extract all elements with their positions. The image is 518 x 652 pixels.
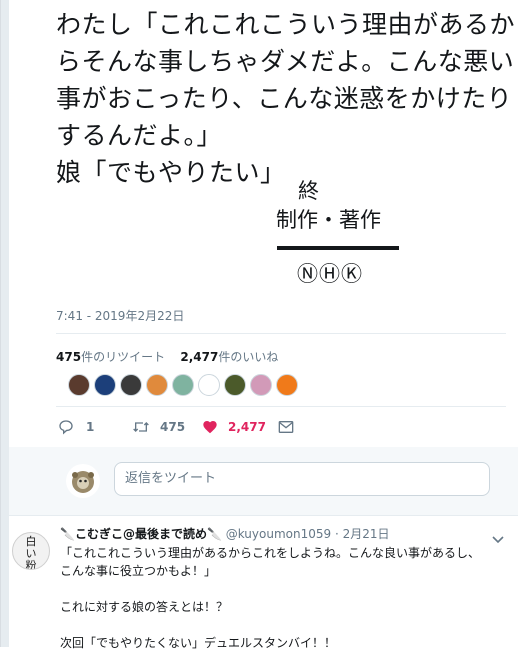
- end-credit-text: 制作・著作: [276, 208, 381, 232]
- heart-icon: [203, 421, 217, 434]
- reply-text-line: [60, 616, 510, 634]
- lion-avatar-icon: [67, 465, 99, 497]
- like-button[interactable]: 2,477: [202, 417, 266, 437]
- tweet-text-line: らそんな事しちゃダメだよ。こんな悪い: [56, 47, 515, 76]
- reply-author-handle[interactable]: @kuyoumon1059: [226, 527, 331, 541]
- divider: [56, 333, 506, 334]
- reply-text-line: これに対する娘の答えとは！？: [60, 600, 229, 614]
- liker-avatar[interactable]: [224, 374, 246, 396]
- reply-text-line: こんな事に役立つかもよ！」: [60, 564, 217, 578]
- reply-author-avatar[interactable]: 白い粉: [12, 532, 50, 570]
- reply-text-line: 次回「でもやりたくない」デュエルスタンバイ！！: [60, 636, 337, 650]
- reply-count: 1: [86, 420, 95, 434]
- end-kanji: 終: [298, 179, 319, 203]
- envelope-icon: [278, 421, 294, 433]
- chevron-down-icon: [492, 536, 504, 544]
- reply-text-line: 「これこれこういう理由があるからこれをしようね。こんな良い事があるし、: [60, 546, 481, 560]
- tweet-text-line: わたし「これこれこういう理由があるか: [56, 10, 516, 39]
- reply-text-line: [60, 580, 510, 598]
- dm-button[interactable]: [278, 417, 294, 437]
- tweet-text-line: するんだよ。」: [56, 121, 223, 150]
- liker-avatar[interactable]: [146, 374, 168, 396]
- reply-input[interactable]: 返信をツイート: [114, 462, 490, 496]
- reply-date[interactable]: · 2月21日: [335, 527, 390, 541]
- end-rule: [277, 246, 399, 250]
- current-user-avatar[interactable]: [66, 464, 100, 498]
- reply-author-name[interactable]: 🔪こむぎこ@最後まで読め🔪: [60, 527, 222, 541]
- end-nhk-text: ⓃⒽⓀ: [297, 262, 363, 286]
- retweet-button[interactable]: 475: [132, 417, 185, 437]
- like-count[interactable]: 2,477: [180, 350, 218, 364]
- reply-text: 「これこれこういう理由があるからこれをしようね。こんな良い事があるし、 こんな事…: [60, 544, 510, 652]
- reply-button[interactable]: 1: [58, 417, 94, 437]
- retweet-count[interactable]: 475: [56, 350, 81, 364]
- like-action-count: 2,477: [228, 420, 266, 434]
- liker-avatar[interactable]: [276, 374, 298, 396]
- tweet-text-line: 事がおこったり、こんな迷惑をかけたり: [56, 84, 513, 113]
- liker-avatar[interactable]: [120, 374, 142, 396]
- engagement-stats: 475件のリツイート 2,477件のいいね: [56, 348, 278, 365]
- retweet-action-count: 475: [160, 420, 186, 434]
- liker-avatar[interactable]: [198, 374, 220, 396]
- divider: [56, 406, 506, 407]
- tweet-text-line: 娘「でもやりたい」: [56, 158, 286, 187]
- avatar-text: 白い粉: [25, 535, 37, 570]
- liker-avatar[interactable]: [68, 374, 90, 396]
- tweet-timestamp[interactable]: 7:41 - 2019年2月22日: [56, 307, 184, 324]
- retweet-icon: [133, 422, 149, 432]
- like-label[interactable]: 件のいいね: [218, 350, 278, 364]
- liker-avatar[interactable]: [250, 374, 272, 396]
- reply-header: 🔪こむぎこ@最後まで読め🔪 @kuyoumon1059 · 2月21日: [60, 525, 390, 542]
- tweet-text: わたし「これこれこういう理由があるか らそんな事しちゃダメだよ。こんな悪い 事が…: [56, 6, 516, 191]
- liker-avatar[interactable]: [172, 374, 194, 396]
- reply-icon: [59, 420, 73, 435]
- retweet-label[interactable]: 件のリツイート: [81, 350, 165, 364]
- liker-avatar[interactable]: [94, 374, 116, 396]
